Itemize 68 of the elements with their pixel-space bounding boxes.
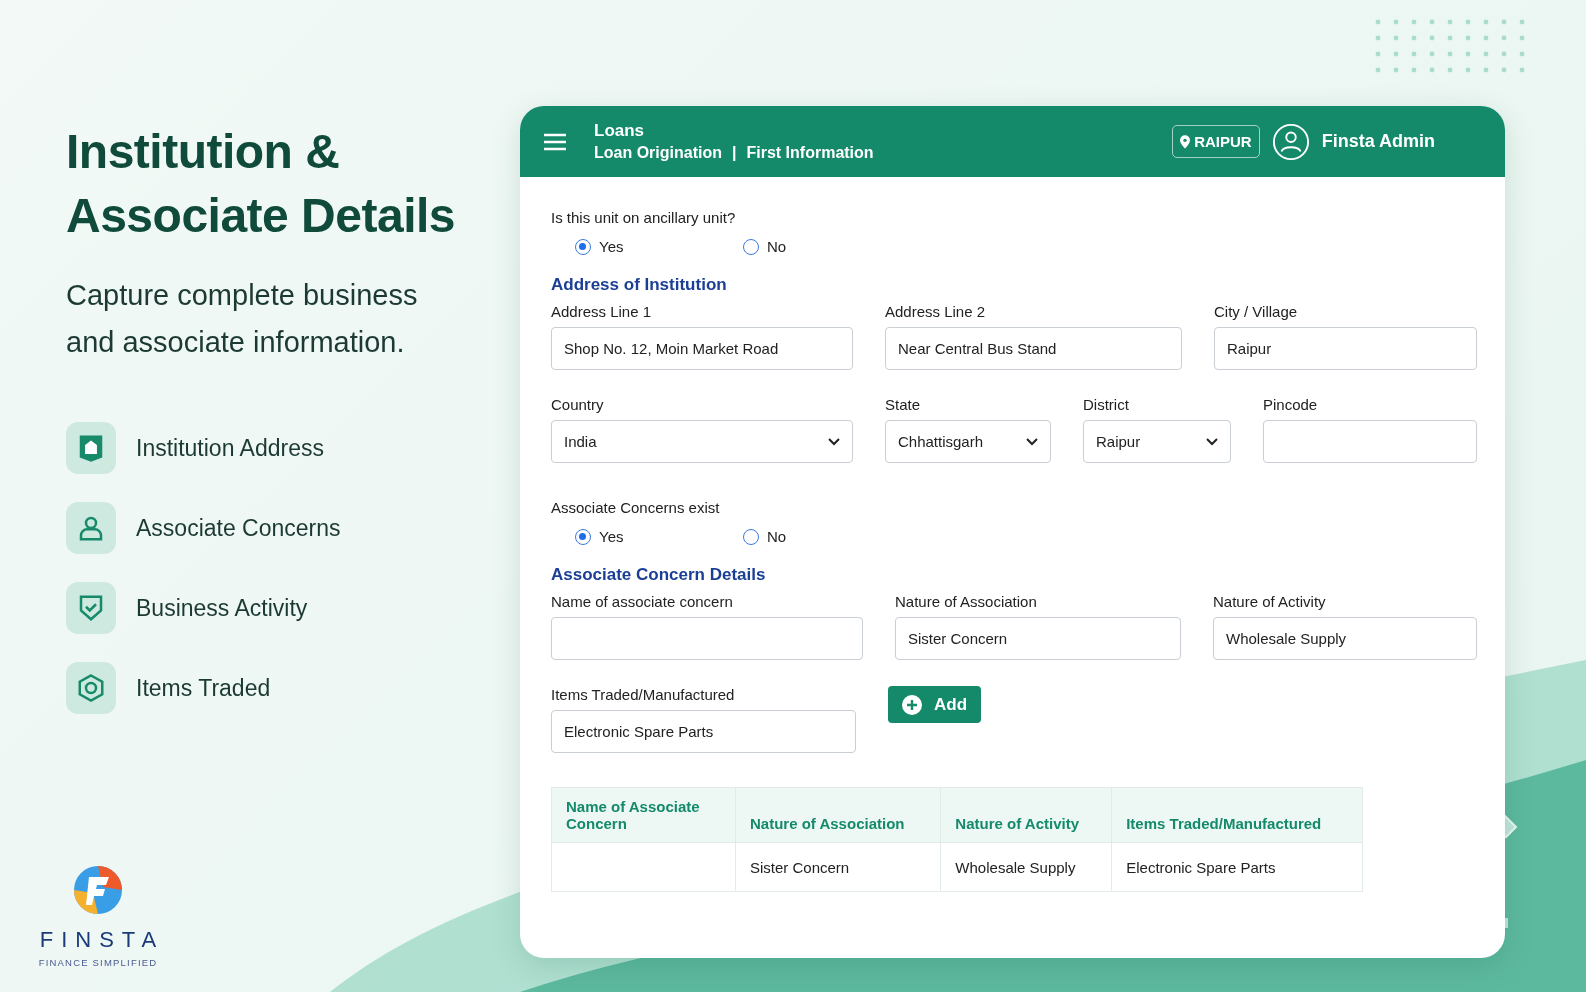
breadcrumb-current: First Information: [746, 144, 874, 162]
input-field[interactable]: Wholesale Supply: [1213, 617, 1477, 660]
input-field[interactable]: [551, 617, 863, 660]
radio-label: No: [767, 528, 787, 545]
radio-label: Yes: [599, 238, 624, 255]
table-cell: Electronic Spare Parts: [1126, 858, 1276, 876]
column-header: Nature of Association: [735, 787, 941, 843]
select-field[interactable]: India: [551, 420, 853, 463]
column-header: Items Traded/Manufactured: [1111, 787, 1363, 843]
page-subtitle: Capture complete business and associate information.: [66, 278, 419, 360]
avatar-icon[interactable]: [1271, 122, 1310, 161]
page-title: Institution & Associate Details: [66, 124, 457, 244]
user-name[interactable]: Finsta Admin: [1321, 131, 1435, 152]
feature-label: Items Traded: [136, 674, 271, 702]
plus-icon: [902, 694, 922, 715]
question-label: Associate Concerns exist: [551, 499, 721, 516]
radio-label: No: [767, 238, 787, 255]
select-field[interactable]: Raipur: [1083, 420, 1231, 463]
module-title: Loans: [594, 121, 646, 141]
input-field[interactable]: Electronic Spare Parts: [551, 710, 856, 753]
pin-icon: [1180, 134, 1191, 149]
brand-tagline: FINANCE SIMPLIFIED: [38, 957, 158, 968]
question-label: Is this unit on ancillary unit?: [551, 209, 737, 226]
feature-icon: [66, 422, 116, 474]
column-header: Name of Associate Concern: [551, 787, 736, 843]
feature-icon: [66, 662, 116, 714]
location-badge[interactable]: RAIPUR: [1172, 125, 1260, 158]
field-label: Items Traded/Manufactured: [551, 686, 736, 703]
breadcrumb-link[interactable]: Loan Origination: [594, 144, 722, 162]
input-field[interactable]: Shop No. 12, Moin Market Road: [551, 327, 853, 370]
breadcrumb-separator: |: [732, 144, 737, 162]
table-cell: Wholesale Supply: [955, 858, 1076, 876]
input-field[interactable]: [1263, 420, 1477, 463]
field-label: Pincode: [1263, 396, 1319, 413]
column-header: Nature of Activity: [940, 787, 1112, 843]
caret-icon: [1026, 437, 1038, 446]
table-cell: Sister Concern: [750, 858, 850, 876]
radio-label: Yes: [599, 528, 624, 545]
radio-button[interactable]: [743, 528, 759, 545]
brand-name: FINSTA: [38, 927, 165, 953]
section-heading: Associate Concern Details: [551, 565, 767, 585]
menu-icon[interactable]: [544, 132, 566, 151]
radio-button[interactable]: [575, 528, 591, 545]
field-label: Name of associate concern: [551, 593, 734, 610]
input-field[interactable]: Sister Concern: [895, 617, 1181, 660]
field-label: Nature of Association: [895, 593, 1038, 610]
logo-icon: [73, 865, 123, 915]
caret-icon: [1206, 437, 1218, 446]
field-label: Address Line 1: [551, 303, 653, 320]
feature-label: Associate Concerns: [136, 514, 341, 542]
feature-icon: [66, 502, 116, 554]
input-field[interactable]: Near Central Bus Stand: [885, 327, 1182, 370]
caret-icon: [828, 437, 840, 446]
input-field[interactable]: Raipur: [1214, 327, 1477, 370]
section-heading: Address of Institution: [551, 275, 728, 295]
field-label: Country: [551, 396, 605, 413]
feature-label: Business Activity: [136, 594, 308, 622]
feature-icon: [66, 582, 116, 634]
field-label: City / Village: [1214, 303, 1299, 320]
field-label: Nature of Activity: [1213, 593, 1327, 610]
feature-label: Institution Address: [136, 434, 324, 462]
field-label: District: [1083, 396, 1130, 413]
radio-button[interactable]: [575, 238, 591, 255]
radio-button[interactable]: [743, 238, 759, 255]
select-field[interactable]: Chhattisgarh: [885, 420, 1051, 463]
field-label: Address Line 2: [885, 303, 987, 320]
field-label: State: [885, 396, 922, 413]
add-button[interactable]: Add: [888, 686, 982, 723]
